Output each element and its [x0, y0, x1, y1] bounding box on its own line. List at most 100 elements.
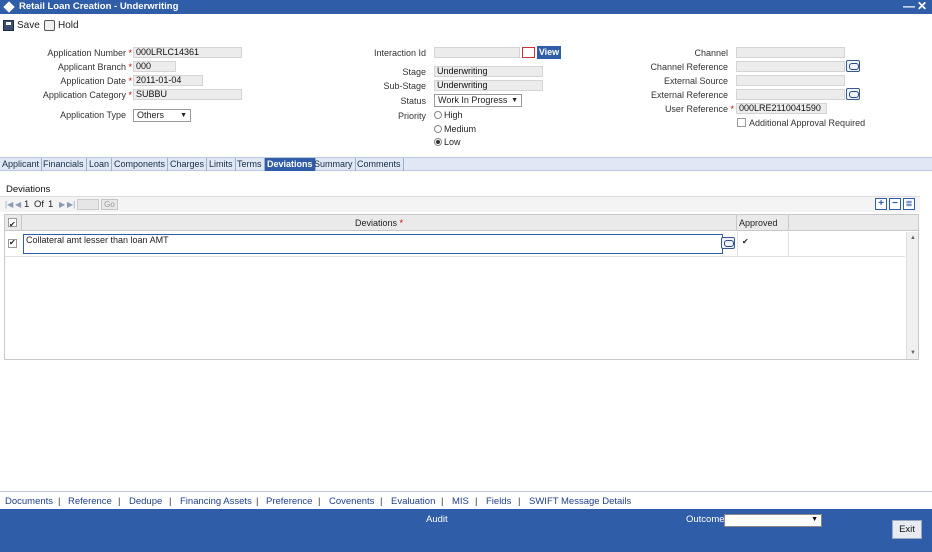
approved-cell — [737, 232, 789, 257]
link-separator: | — [518, 496, 521, 507]
application-type-select[interactable]: Others ▼ — [133, 109, 191, 122]
section-title: Deviations — [6, 184, 51, 195]
tab-summary[interactable]: Summary — [312, 158, 356, 171]
sub-stage-label: Sub-Stage — [383, 81, 426, 91]
approved-column-header: Approved — [737, 215, 789, 231]
tab-bar: Applicant Financials Loan Components Cha… — [0, 157, 932, 171]
footer-links: Documents | Reference | Dedupe | Financi… — [0, 491, 932, 509]
comment-icon[interactable] — [721, 237, 735, 249]
exit-button[interactable]: Exit — [892, 520, 922, 539]
scroll-down-icon[interactable]: ▼ — [910, 350, 916, 356]
priority-medium-label: Medium — [444, 124, 477, 134]
link-swift-message-details[interactable]: SWIFT Message Details — [529, 496, 631, 507]
channel-field[interactable] — [736, 47, 845, 58]
link-evaluation[interactable]: Evaluation — [391, 496, 435, 507]
close-icon[interactable]: ✕ — [917, 0, 927, 13]
hold-label: Hold — [58, 19, 79, 31]
link-separator: | — [380, 496, 383, 507]
priority-radio-high[interactable]: High — [434, 110, 463, 120]
link-mis[interactable]: MIS — [452, 496, 469, 507]
application-category-field[interactable]: SUBBU — [133, 89, 242, 100]
link-financing-assets[interactable]: Financing Assets — [180, 496, 252, 507]
stage-field[interactable]: Underwriting — [434, 66, 543, 77]
comment-icon[interactable] — [846, 60, 860, 72]
tab-loan[interactable]: Loan — [87, 158, 113, 171]
application-type-label: Application Type — [60, 110, 126, 120]
tab-components[interactable]: Components — [112, 158, 169, 171]
deviation-input[interactable]: Collateral amt lesser than loan AMT — [23, 234, 723, 254]
user-reference-field[interactable]: 000LRE2110041590 — [736, 103, 827, 114]
deviations-column-header: Deviations * — [22, 215, 737, 231]
select-all-checkbox[interactable] — [8, 217, 17, 233]
deviations-header-label: Deviations — [354, 218, 397, 228]
comment-icon[interactable] — [846, 88, 860, 100]
minimize-icon[interactable]: — — [903, 0, 915, 13]
link-separator: | — [441, 496, 444, 507]
link-separator: | — [58, 496, 61, 507]
scroll-up-icon[interactable]: ▲ — [910, 235, 916, 241]
pager-total: 1 — [48, 199, 54, 210]
application-date-field[interactable]: 2011-01-04 — [133, 75, 203, 86]
row-select-checkbox[interactable] — [8, 238, 17, 248]
save-button[interactable]: Save — [3, 18, 40, 32]
status-select[interactable]: Work In Progress ▼ — [434, 94, 522, 107]
applicant-branch-field[interactable]: 000 — [133, 61, 176, 72]
sub-stage-field[interactable]: Underwriting — [434, 80, 543, 91]
hold-button[interactable]: Hold — [44, 18, 79, 32]
last-page-icon[interactable]: ▶| — [67, 200, 75, 209]
link-fields[interactable]: Fields — [486, 496, 511, 507]
status-value: Work In Progress — [438, 95, 508, 105]
select-all-cell — [5, 215, 22, 233]
add-row-icon[interactable]: + — [875, 198, 887, 210]
interaction-id-field[interactable] — [434, 47, 520, 58]
go-button[interactable]: Go — [101, 199, 118, 210]
link-covenents[interactable]: Covenents — [329, 496, 374, 507]
app-icon — [3, 1, 15, 13]
priority-radio-medium[interactable]: Medium — [434, 124, 476, 134]
approved-checkbox[interactable] — [742, 237, 751, 248]
priority-radio-low[interactable]: Low — [434, 137, 461, 147]
link-reference[interactable]: Reference — [68, 496, 112, 507]
priority-label: Priority — [397, 111, 426, 121]
page-input[interactable] — [77, 199, 99, 210]
view-list-icon[interactable]: ≣ — [903, 198, 915, 210]
tab-comments[interactable]: Comments — [355, 158, 404, 171]
priority-high-label: High — [444, 110, 463, 120]
tab-financials[interactable]: Financials — [41, 158, 87, 171]
pager-current: 1 — [24, 199, 30, 210]
tab-applicant[interactable]: Applicant — [0, 158, 43, 171]
chevron-down-icon: ▼ — [180, 112, 187, 119]
vertical-scrollbar[interactable]: ▲ ▼ — [906, 232, 918, 359]
link-documents[interactable]: Documents — [5, 496, 53, 507]
chevron-down-icon: ▼ — [511, 97, 518, 104]
link-separator: | — [169, 496, 172, 507]
view-button[interactable]: View — [537, 46, 561, 59]
prev-page-icon[interactable]: ◀ — [15, 200, 21, 209]
window-title: Retail Loan Creation - Underwriting — [19, 1, 179, 12]
radio-icon — [434, 111, 442, 119]
next-page-icon[interactable]: ▶ — [59, 200, 65, 209]
tab-terms[interactable]: Terms — [235, 158, 265, 171]
link-preference[interactable]: Preference — [266, 496, 312, 507]
link-dedupe[interactable]: Dedupe — [129, 496, 162, 507]
outcome-select[interactable]: ▼ — [724, 514, 822, 527]
additional-approval-checkbox[interactable] — [737, 118, 746, 127]
link-separator: | — [118, 496, 121, 507]
application-number-field[interactable]: 000LRLC14361 — [133, 47, 242, 58]
external-source-field[interactable] — [736, 75, 845, 86]
window-titlebar: Retail Loan Creation - Underwriting — ✕ — [0, 0, 932, 14]
tab-deviations[interactable]: Deviations — [265, 158, 316, 171]
toolbar: Save Hold — [0, 14, 932, 36]
radio-selected-icon — [434, 138, 442, 146]
tab-charges[interactable]: Charges — [168, 158, 208, 171]
audit-button[interactable]: Audit — [426, 514, 448, 525]
first-page-icon[interactable]: |◀ — [5, 200, 13, 209]
external-reference-field[interactable] — [736, 89, 845, 100]
delete-row-icon[interactable]: − — [889, 198, 901, 210]
tab-limits[interactable]: Limits — [207, 158, 236, 171]
table-row: Collateral amt lesser than loan AMT — [5, 232, 905, 257]
status-label: Status — [400, 96, 426, 106]
channel-reference-field[interactable] — [736, 61, 845, 72]
application-category-label: Application Category * — [42, 90, 132, 100]
lookup-icon[interactable] — [522, 47, 535, 58]
